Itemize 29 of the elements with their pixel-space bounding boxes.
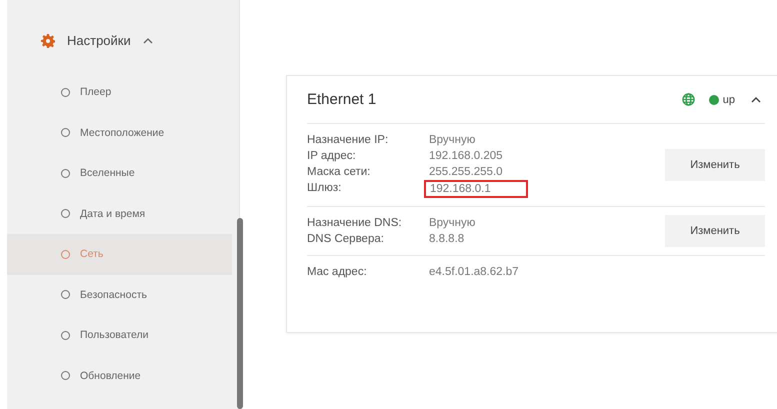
sidebar-item[interactable]: Пользователи xyxy=(7,315,232,356)
field-label: Маска сети: xyxy=(307,165,372,180)
sidebar-item[interactable]: Безопасность xyxy=(7,274,232,315)
caret-icon xyxy=(142,38,153,44)
settings-section[interactable]: Настройки xyxy=(41,33,153,48)
field-value: 8.8.8.8 xyxy=(428,232,466,247)
gear-icon xyxy=(41,34,55,48)
field-label: Mac адрес: xyxy=(307,265,368,280)
edit-button[interactable]: Изменить xyxy=(665,149,765,181)
field-value: Вручную xyxy=(428,133,476,148)
edit-button[interactable]: Изменить xyxy=(665,215,765,247)
field-label: IP адрес: xyxy=(307,149,357,164)
sidebar-item[interactable]: Обновление xyxy=(7,356,232,396)
field-label: Шлюз: xyxy=(307,181,342,196)
sidebar-item[interactable]: Местоположение xyxy=(7,112,232,153)
sidebar-item[interactable]: Плеер xyxy=(7,72,232,112)
sidebar-item[interactable]: Вселенные xyxy=(7,153,232,194)
field-value: 255.255.255.0 xyxy=(428,165,504,180)
field-label: DNS Сервера: xyxy=(307,232,385,247)
status-indicator: up xyxy=(708,94,735,106)
field-value: Вручную xyxy=(428,216,476,231)
field-value: 192.168.0.205 xyxy=(428,149,504,164)
sidebar-item[interactable]: Дата и время xyxy=(7,194,232,234)
card-title: Ethernet 1 xyxy=(307,91,378,108)
scrollbar[interactable] xyxy=(237,218,243,409)
field-label: Назначение DNS: xyxy=(307,216,403,231)
field-value: 192.168.0.1 xyxy=(424,180,528,198)
field-label: Назначение IP: xyxy=(307,133,390,148)
field-value: e4.5f.01.a8.62.b7 xyxy=(428,265,520,280)
